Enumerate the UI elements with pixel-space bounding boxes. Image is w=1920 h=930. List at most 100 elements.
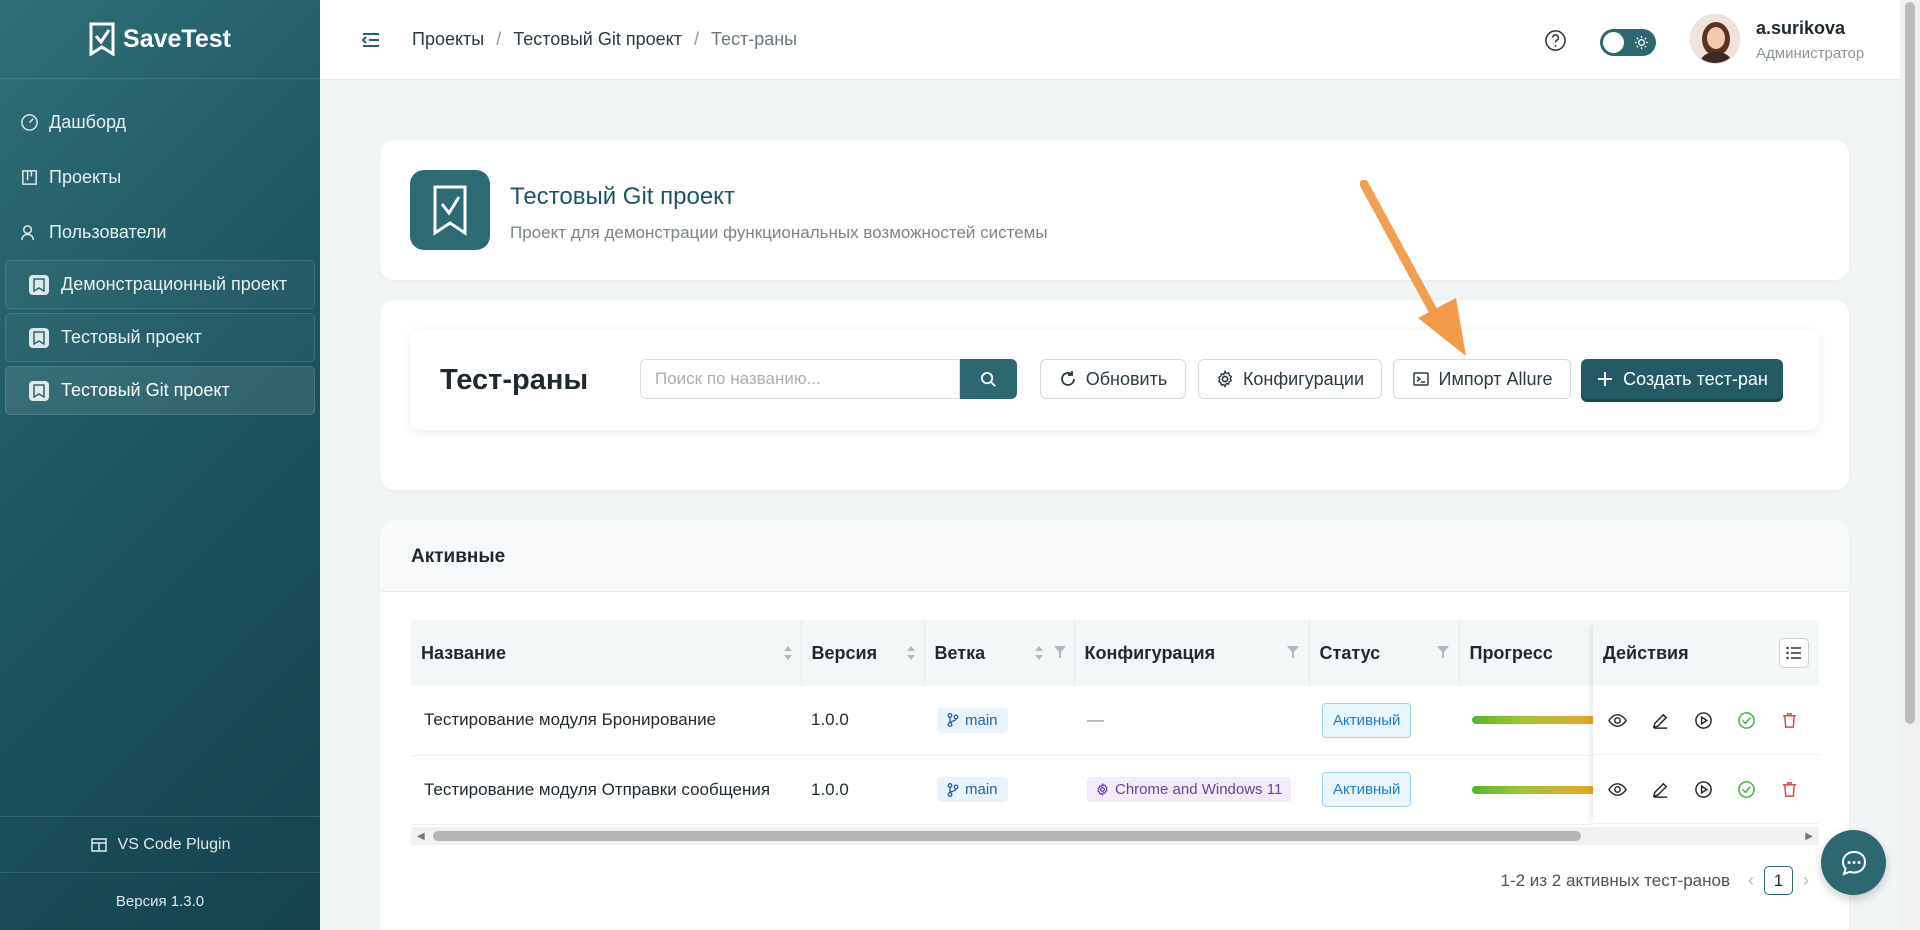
sort-icon[interactable] xyxy=(783,644,793,662)
horizontal-scrollbar[interactable]: ◀ ▶ xyxy=(411,827,1819,845)
complete-button[interactable] xyxy=(1734,708,1759,733)
nav-item-users[interactable]: Пользователи xyxy=(0,205,320,260)
theme-toggle[interactable] xyxy=(1600,29,1656,56)
eye-icon xyxy=(1608,713,1627,727)
column-settings-button[interactable] xyxy=(1779,638,1809,668)
vscode-plugin-link[interactable]: VS Code Plugin xyxy=(0,816,320,872)
branch-label: main xyxy=(965,781,998,798)
filter-icon[interactable] xyxy=(1053,646,1066,658)
search-input[interactable] xyxy=(640,359,960,399)
chat-icon xyxy=(1841,850,1866,876)
complete-button[interactable] xyxy=(1734,777,1759,802)
runs-table: Название Версия Ветка Конфигурация Стату… xyxy=(411,620,1819,840)
sidebar-project-git[interactable]: Тестовый Git проект xyxy=(5,366,315,415)
plugin-label: VS Code Plugin xyxy=(117,835,231,853)
config-label: Chrome and Windows 11 xyxy=(1115,781,1283,798)
create-test-run-button[interactable]: Создать тест-ран xyxy=(1581,359,1783,399)
user-role: Администратор xyxy=(1756,45,1865,62)
actions-column: Действия xyxy=(1593,620,1819,827)
toolbar: Тест-раны Обновить Конфигурации Импорт A… xyxy=(410,330,1819,430)
pagination: 1-2 из 2 активных тест-ранов ‹ 1 › xyxy=(1500,866,1809,895)
column-status[interactable]: Статус xyxy=(1309,620,1460,686)
scroll-left-icon[interactable]: ◀ xyxy=(417,831,425,842)
column-label: Конфигурация xyxy=(1084,642,1216,663)
progress-bar xyxy=(1472,785,1596,794)
sun-icon xyxy=(1634,35,1649,50)
branch-tag: main xyxy=(937,707,1008,733)
edit-button[interactable] xyxy=(1648,777,1673,802)
row-actions xyxy=(1593,686,1819,755)
nav-label: Дашборд xyxy=(49,112,127,132)
nav-item-projects[interactable]: Проекты xyxy=(0,150,320,205)
refresh-label: Обновить xyxy=(1085,368,1168,389)
run-name[interactable]: Тестирование модуля Бронирование xyxy=(411,686,801,756)
page-title: Тест-раны xyxy=(440,364,589,396)
sidebar-project-test[interactable]: Тестовый проект xyxy=(5,313,315,362)
project-icon xyxy=(29,327,49,348)
project-icon xyxy=(29,380,49,401)
config-tag: Chrome and Windows 11 xyxy=(1087,777,1292,802)
trash-icon xyxy=(1782,781,1797,797)
search-button[interactable] xyxy=(960,359,1017,399)
user-avatar[interactable] xyxy=(1690,14,1740,64)
filter-icon[interactable] xyxy=(1436,646,1449,658)
column-branch[interactable]: Ветка xyxy=(924,620,1075,686)
configurations-button[interactable]: Конфигурации xyxy=(1198,359,1382,399)
import-allure-button[interactable]: Импорт Allure xyxy=(1393,359,1571,399)
play-icon xyxy=(1695,780,1712,798)
check-circle-icon xyxy=(1738,711,1755,729)
prev-page-icon[interactable]: ‹ xyxy=(1748,870,1754,891)
chat-button[interactable] xyxy=(1821,830,1886,895)
nav-label: Пользователи xyxy=(49,222,167,242)
sidebar-project-demo[interactable]: Демонстрационный проект xyxy=(5,260,315,309)
configurations-label: Конфигурации xyxy=(1242,368,1365,389)
scroll-right-icon[interactable]: ▶ xyxy=(1805,831,1813,842)
branch-label: main xyxy=(965,711,998,729)
sort-icon[interactable] xyxy=(906,644,916,662)
column-version[interactable]: Версия xyxy=(801,620,925,686)
page-number[interactable]: 1 xyxy=(1764,866,1793,895)
sort-icon[interactable] xyxy=(1034,644,1044,662)
gear-icon xyxy=(1097,783,1108,796)
run-button[interactable] xyxy=(1691,777,1716,802)
delete-button[interactable] xyxy=(1777,777,1802,802)
app-logo[interactable]: SaveTest xyxy=(0,0,320,79)
collapse-menu-icon[interactable] xyxy=(360,29,382,51)
column-name[interactable]: Название xyxy=(411,620,802,686)
column-label: Действия xyxy=(1603,642,1689,663)
run-name[interactable]: Тестирование модуля Отправки сообщения xyxy=(411,755,801,825)
filter-icon[interactable] xyxy=(1286,646,1299,658)
delete-button[interactable] xyxy=(1777,708,1802,733)
scrollbar-thumb[interactable] xyxy=(433,831,1581,841)
test-runs-toolbar-card: Тест-раны Обновить Конфигурации Импорт A… xyxy=(380,300,1849,490)
breadcrumb-project[interactable]: Тестовый Git проект xyxy=(513,29,682,50)
pagination-summary: 1-2 из 2 активных тест-ранов xyxy=(1500,870,1731,890)
user-name: a.surikova xyxy=(1756,18,1846,38)
view-button[interactable] xyxy=(1605,708,1630,733)
edit-button[interactable] xyxy=(1648,708,1673,733)
vertical-scrollbar[interactable] xyxy=(1900,0,1920,930)
create-test-run-label: Создать тест-ран xyxy=(1623,368,1768,389)
refresh-button[interactable]: Обновить xyxy=(1040,359,1186,399)
nav-item-dashboard[interactable]: Дашборд xyxy=(0,95,320,150)
breadcrumb-projects[interactable]: Проекты xyxy=(412,29,484,50)
scrollbar-thumb[interactable] xyxy=(1905,2,1915,724)
view-button[interactable] xyxy=(1605,777,1630,802)
next-page-icon[interactable]: › xyxy=(1803,870,1809,891)
help-icon[interactable] xyxy=(1544,29,1567,52)
run-version: 1.0.0 xyxy=(801,686,924,756)
project-label: Демонстрационный проект xyxy=(61,274,288,294)
play-icon xyxy=(1695,711,1712,729)
breadcrumb-separator: / xyxy=(496,29,502,49)
status-badge: Активный xyxy=(1322,702,1412,738)
run-version: 1.0.0 xyxy=(801,755,924,825)
column-progress: Прогресс xyxy=(1459,620,1594,686)
run-button[interactable] xyxy=(1691,708,1716,733)
users-icon xyxy=(21,225,35,241)
project-title: Тестовый Git проект xyxy=(510,183,735,210)
active-runs-card: Активные Название Версия Ветка Конфигура… xyxy=(380,520,1849,930)
trash-icon xyxy=(1782,712,1797,728)
breadcrumb: Проекты / Тестовый Git проект / Тест-ран… xyxy=(412,29,797,50)
branch-tag: main xyxy=(937,777,1008,802)
column-configuration[interactable]: Конфигурация xyxy=(1074,620,1310,686)
